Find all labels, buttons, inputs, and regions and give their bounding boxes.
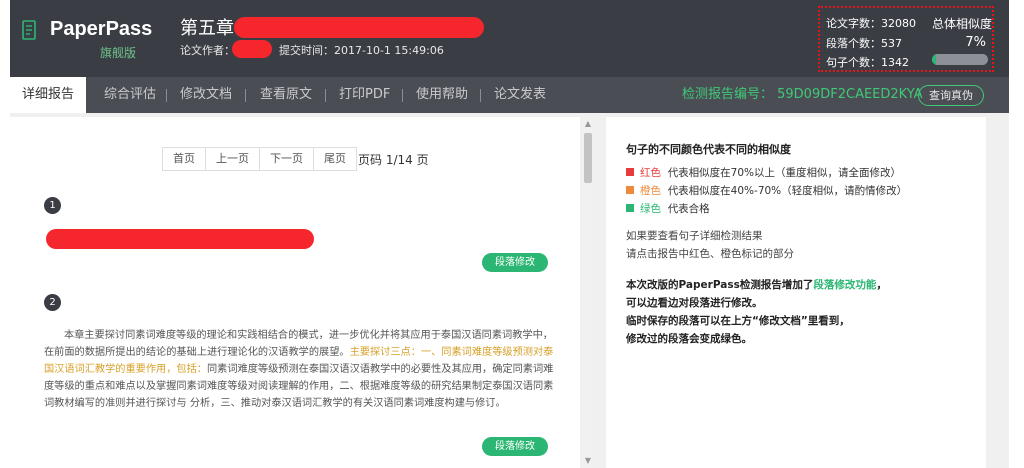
hint-line: 请点击报告中红色、橙色标记的部分 — [626, 248, 794, 260]
red-square-icon — [626, 168, 634, 176]
tab-edit-document[interactable]: 修改文档 — [180, 77, 232, 113]
doc-meta: 论文作者： 提交时间：2017-10-1 15:49:06 — [180, 42, 444, 58]
note-line: 临时保存的段落可以在上方“修改文档”里看到， — [626, 315, 850, 327]
legend-title: 句子的不同颜色代表不同的相似度 — [626, 143, 791, 156]
orange-square-icon — [626, 186, 634, 194]
edition-label: 旗舰版 — [100, 46, 137, 60]
note-text: 本次改版的PaperPass检测报告增加了 — [626, 279, 814, 291]
similarity-label: 总体相似度 — [932, 17, 993, 31]
tab-separator — [480, 89, 481, 102]
legend-color-name: 橙色 — [640, 185, 661, 197]
legend-desc: 代表相似度在40%-70%（轻度相似，请酌情修改） — [667, 185, 908, 197]
tab-separator — [245, 89, 246, 102]
tab-print-pdf[interactable]: 打印PDF — [339, 77, 390, 113]
legend-item-green: 绿色 代表合格 — [626, 201, 710, 216]
tab-help[interactable]: 使用帮助 — [416, 77, 468, 113]
similarity-bar — [932, 54, 988, 65]
header-bar: PaperPass 旗舰版 第五章 论文作者： 提交时间：2017-10-1 15… — [10, 0, 1009, 77]
scroll-thumb[interactable] — [584, 133, 592, 183]
report-pane[interactable]: 首页 上一页 下一页 尾页 页码 1/14 页 1 段落修改 2 本章主要探讨同… — [10, 117, 580, 468]
tab-separator — [325, 89, 326, 102]
paragraph-number: 1 — [44, 197, 61, 214]
tab-separator — [402, 89, 403, 102]
paragraph-redaction — [46, 229, 314, 249]
next-page-button[interactable]: 下一页 — [260, 148, 314, 170]
title-redaction — [234, 17, 484, 38]
tab-view-original[interactable]: 查看原文 — [260, 77, 312, 113]
legend-color-name: 绿色 — [640, 203, 661, 215]
note-text: ， — [876, 279, 887, 291]
tab-separator — [166, 89, 167, 102]
note-line: 修改过的段落会变成绿色。 — [626, 333, 752, 345]
scroll-up-icon[interactable]: ▲ — [584, 120, 592, 128]
paragraph-edit-button[interactable]: 段落修改 — [482, 437, 548, 456]
prev-page-button[interactable]: 上一页 — [206, 148, 260, 170]
nav-bar: 详细报告 综合评估 修改文档 查看原文 打印PDF 使用帮助 论文发表 检测报告… — [10, 77, 1009, 113]
logo-icon — [22, 20, 36, 40]
legend-desc: 代表相似度在70%以上（重度相似，请全面修改） — [667, 167, 902, 179]
author-redaction — [232, 40, 272, 58]
content-area: 首页 上一页 下一页 尾页 页码 1/14 页 1 段落修改 2 本章主要探讨同… — [10, 113, 1009, 468]
tab-detailed-report[interactable]: 详细报告 — [10, 77, 87, 113]
pager: 首页 上一页 下一页 尾页 — [162, 147, 357, 171]
page-indicator: 页码 1/14 页 — [358, 153, 429, 167]
paragraph-count: 段落个数：537 — [826, 37, 902, 50]
paragraph-edit-feature-link[interactable]: 段落修改功能 — [813, 279, 876, 291]
note-line: 本次改版的PaperPass检测报告增加了段落修改功能， — [626, 277, 887, 292]
paragraph-edit-button[interactable]: 段落修改 — [482, 253, 548, 272]
first-page-button[interactable]: 首页 — [163, 148, 206, 170]
submit-time: 提交时间：2017-10-1 15:49:06 — [279, 44, 444, 57]
similarity-value: 7% — [965, 35, 986, 50]
last-page-button[interactable]: 尾页 — [314, 148, 356, 170]
brand-name: PaperPass — [50, 18, 153, 40]
paragraph-number: 2 — [44, 294, 61, 311]
hint-line: 如果要查看句子详细检测结果 — [626, 230, 763, 242]
legend-pane: 句子的不同颜色代表不同的相似度 红色 代表相似度在70%以上（重度相似，请全面修… — [606, 117, 986, 468]
green-square-icon — [626, 204, 634, 212]
paragraph-text: 本章主要探讨同素词难度等级的理论和实践相结合的模式，进一步优化并将其应用于泰国汉… — [44, 327, 554, 412]
verify-button[interactable]: 查询真伪 — [918, 85, 984, 106]
scrollbar[interactable]: ▲ ▼ — [582, 117, 594, 468]
tab-publish[interactable]: 论文发表 — [494, 77, 546, 113]
report-number: 检测报告编号： 59D09DF2CAEED2KYA — [682, 87, 923, 102]
doc-title: 第五章 — [180, 18, 234, 39]
legend-color-name: 红色 — [640, 167, 661, 179]
legend-desc: 代表合格 — [667, 203, 710, 215]
stats-box: 论文字数：32080 段落个数：537 句子个数：1342 总体相似度 7% — [818, 6, 994, 72]
legend-item-orange: 橙色 代表相似度在40%-70%（轻度相似，请酌情修改） — [626, 183, 907, 198]
similarity-bar-fill — [932, 54, 936, 65]
word-count: 论文字数：32080 — [826, 17, 916, 30]
author-label: 论文作者： — [180, 44, 235, 57]
report-app: PaperPass 旗舰版 第五章 论文作者： 提交时间：2017-10-1 15… — [0, 0, 1024, 468]
tab-overall-assessment[interactable]: 综合评估 — [104, 77, 156, 113]
legend-item-red: 红色 代表相似度在70%以上（重度相似，请全面修改） — [626, 165, 901, 180]
note-line: 可以边看边对段落进行修改。 — [626, 297, 763, 309]
sentence-count: 句子个数：1342 — [826, 56, 909, 69]
scroll-down-icon[interactable]: ▼ — [584, 457, 592, 465]
